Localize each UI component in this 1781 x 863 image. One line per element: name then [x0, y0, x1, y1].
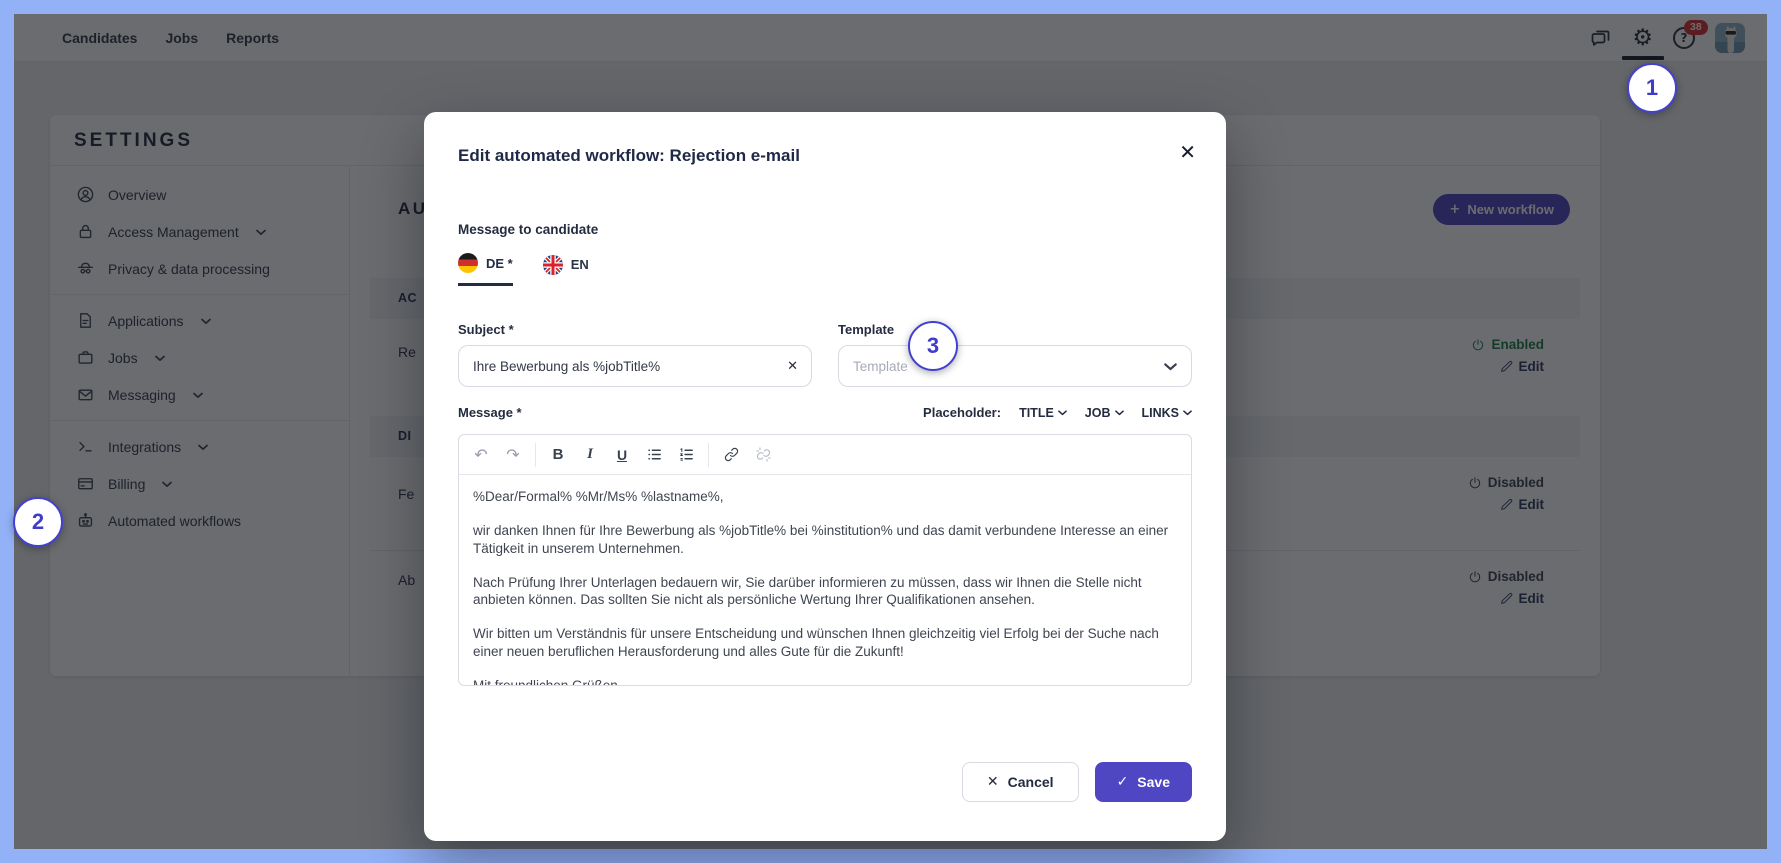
editor-toolbar: ↶ ↷ B I U — [459, 435, 1191, 475]
subject-label: Subject * — [458, 322, 514, 337]
italic-icon[interactable]: I — [575, 440, 605, 470]
annotation-step-1: 1 — [1627, 63, 1677, 113]
template-placeholder: Template — [853, 358, 908, 374]
subject-input[interactable] — [458, 345, 812, 387]
placeholder-menu-links[interactable]: LINKS — [1142, 406, 1193, 420]
menu-label: LINKS — [1141, 405, 1180, 420]
menu-label: JOB — [1084, 405, 1111, 420]
undo-icon[interactable]: ↶ — [466, 440, 496, 470]
message-paragraph: %Dear/Formal% %Mr/Ms% %lastname%, — [473, 489, 724, 504]
placeholder-label: Placeholder: — [923, 405, 1002, 420]
annotation-step-2: 2 — [13, 497, 63, 547]
template-field-group: Template Template — [838, 322, 1192, 387]
save-button[interactable]: ✓ Save — [1094, 762, 1192, 802]
message-to-candidate-label: Message to candidate — [458, 222, 599, 237]
close-icon[interactable]: ✕ — [1179, 142, 1196, 162]
message-label: Message * — [458, 405, 522, 420]
bold-icon[interactable]: B — [543, 440, 573, 470]
screenshot-frame: Candidates Jobs Reports ⚙ ? 38 — [0, 0, 1781, 863]
ordered-list-icon[interactable] — [671, 440, 701, 470]
unlink-icon[interactable] — [748, 440, 778, 470]
tab-label: EN — [570, 257, 589, 272]
chevron-down-icon — [1114, 409, 1124, 415]
chevron-down-icon — [1164, 359, 1177, 374]
tab-de[interactable]: DE * — [458, 253, 513, 286]
cancel-button[interactable]: ✕ Cancel — [961, 762, 1079, 802]
annotation-step-3: 3 — [908, 321, 958, 371]
germany-flag-icon — [458, 253, 478, 273]
chevron-down-icon — [1057, 409, 1067, 415]
message-editor: ↶ ↷ B I U %Dear/Formal% %Mr/Ms% %lastnam… — [458, 434, 1192, 686]
message-paragraph: Wir bitten um Verständnis für unsere Ent… — [473, 626, 1159, 659]
x-icon: ✕ — [986, 774, 999, 790]
link-icon[interactable] — [716, 440, 746, 470]
message-paragraph: Mit freundlichen Grüßen — [473, 677, 618, 686]
subject-field-group: Subject * ✕ — [458, 322, 812, 387]
uk-flag-icon — [542, 254, 563, 275]
check-icon: ✓ — [1116, 774, 1129, 790]
bullet-list-icon[interactable] — [639, 440, 669, 470]
placeholder-menu-job[interactable]: JOB — [1085, 406, 1124, 420]
underline-icon[interactable]: U — [607, 440, 637, 470]
menu-label: TITLE — [1019, 405, 1054, 420]
clear-subject-icon[interactable]: ✕ — [787, 360, 798, 373]
edit-workflow-modal: Edit automated workflow: Rejection e-mai… — [424, 112, 1226, 841]
chevron-down-icon — [1183, 409, 1192, 415]
cancel-label: Cancel — [1007, 774, 1054, 790]
tab-label: DE * — [486, 255, 513, 271]
message-paragraph: Nach Prüfung Ihrer Unterlagen bedauern w… — [473, 574, 1142, 608]
save-label: Save — [1137, 774, 1170, 790]
language-tabs: DE * EN — [458, 253, 1192, 286]
message-body[interactable]: %Dear/Formal% %Mr/Ms% %lastname%, wir da… — [459, 475, 1191, 686]
placeholder-menu-title[interactable]: TITLE — [1019, 406, 1067, 420]
message-paragraph: wir danken Ihnen für Ihre Bewerbung als … — [473, 523, 1169, 556]
placeholder-cluster: Placeholder: TITLE JOB LINKS — [923, 405, 1192, 420]
tab-en[interactable]: EN — [542, 253, 589, 286]
redo-icon[interactable]: ↷ — [498, 440, 528, 470]
template-label: Template — [838, 322, 895, 337]
modal-title: Edit automated workflow: Rejection e-mai… — [458, 146, 800, 165]
template-select[interactable]: Template — [838, 345, 1192, 387]
